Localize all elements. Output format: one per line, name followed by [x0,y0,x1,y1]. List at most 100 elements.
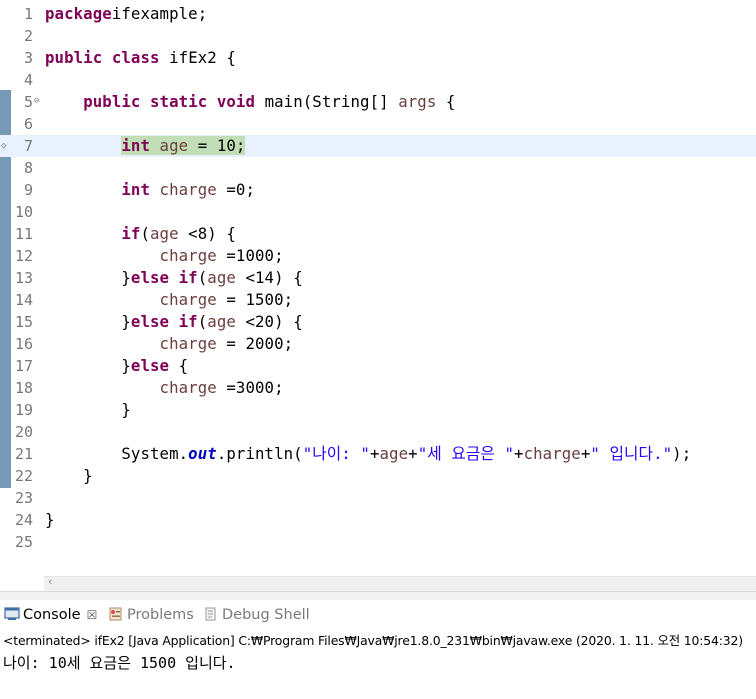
code-text: packageifexample; [45,3,207,25]
code-token: } [45,400,131,419]
code-line[interactable]: 4 [0,69,756,91]
console-output-area[interactable]: <terminated> ifEx2 [Java Application] C:… [0,628,756,699]
code-line[interactable]: 19 } [0,399,756,421]
console-icon [4,606,20,620]
line-number: 17 [14,357,33,375]
code-token: ( [197,312,208,331]
code-token: class [111,48,160,67]
code-token: = 1500; [216,290,294,309]
code-token: if [178,268,198,287]
view-divider [0,591,756,600]
code-token: age [207,268,236,287]
code-token: = 2000; [216,334,294,353]
line-number: 4 [23,71,33,89]
code-line[interactable]: 22 } [0,465,756,487]
line-number: 15 [14,313,33,331]
tab-debug-shell-label: Debug Shell [222,607,310,623]
tab-console[interactable]: Console ☒ [4,604,97,626]
code-token: int [121,136,150,155]
code-token: } [45,466,93,485]
console-tab-bar: Console ☒ Problems Debug Shell [0,600,756,628]
code-text: System.out.println("나이: "+age+"세 요금은 "+c… [45,443,691,465]
code-line[interactable]: 23 [0,487,756,509]
tab-problems-label: Problems [127,607,194,623]
code-line[interactable]: 6 [0,113,756,135]
code-line[interactable]: 14 charge = 1500; [0,289,756,311]
line-number: 18 [14,379,33,397]
code-token: { [169,356,189,375]
code-token: charge [523,444,581,463]
code-line[interactable]: 17 }else { [0,355,756,377]
line-number: 23 [14,489,33,507]
code-text: int age = 10; [45,135,246,157]
code-text: } [45,399,131,421]
line-number: 16 [14,335,33,353]
code-text: if(age <8) { [45,223,236,245]
code-token: ifEx2 { [159,48,236,67]
code-token: age [379,444,409,463]
line-number: 19 [14,401,33,419]
code-token: System. [45,444,189,463]
code-token: else [130,312,170,331]
tab-debug-shell[interactable]: Debug Shell [203,604,310,626]
code-token: =1000; [216,246,284,265]
code-line[interactable]: 18 charge =3000; [0,377,756,399]
code-line[interactable]: 16 charge = 2000; [0,333,756,355]
code-line[interactable]: 24} [0,509,756,531]
code-line[interactable]: 15 }else if(age <20) { [0,311,756,333]
code-text: public class ifEx2 { [45,47,236,69]
code-text: public static void main(String[] args { [45,91,455,113]
code-token: age [159,136,189,155]
code-token: = 10; [188,136,246,155]
tab-problems[interactable]: Problems [108,604,194,626]
code-token: + [408,444,418,463]
code-line[interactable]: 8 [0,157,756,179]
line-number: 22 [14,467,33,485]
code-line[interactable]: 3 public class ifEx2 { [0,47,756,69]
current-code-line[interactable]: 7 ◇ int age = 10; [0,135,756,157]
code-line[interactable]: 20 [0,421,756,443]
line-number: 14 [14,291,33,309]
line-number: 9 [23,181,33,199]
code-token: age [207,312,236,331]
code-line[interactable]: 12 charge =1000; [0,245,756,267]
code-line[interactable]: 13 }else if(age <14) { [0,267,756,289]
code-text: charge = 1500; [45,289,294,311]
line-number: 25 [14,533,33,551]
code-text: } [45,465,93,487]
close-icon[interactable]: ☒ [87,608,98,622]
line-number: 12 [14,247,33,265]
code-text: charge =3000; [45,377,284,399]
code-token: else [130,268,170,287]
code-token: void [216,92,256,111]
breakpoint-marker-icon[interactable]: ◇ [1,135,6,157]
code-token: charge [159,180,217,199]
code-line[interactable]: 5 ⊖ public static void main(String[] args… [0,91,756,113]
code-line[interactable]: 21 System.out.println("나이: "+age+"세 요금은 … [0,443,756,465]
code-token [150,136,160,155]
code-line[interactable]: 9 int charge =0; [0,179,756,201]
editor-horizontal-scrollbar[interactable]: ‹ [44,575,756,591]
problems-icon [108,606,124,621]
code-token: + [580,444,591,463]
code-line[interactable]: 10 [0,201,756,223]
code-token: charge [159,334,217,353]
code-line[interactable]: 11 if(age <8) { [0,223,756,245]
code-editor[interactable]: 1 packageifexample; 2 3 public class ifEx2 {… [0,0,756,576]
code-line[interactable]: 1 packageifexample; [0,3,756,25]
code-line[interactable]: 25 [0,531,756,553]
scroll-left-arrow-icon[interactable]: ‹ [48,575,52,588]
line-number: 20 [14,423,33,441]
code-token: ifexample; [111,4,208,23]
line-number: 7 [23,137,33,155]
code-token: ); [672,444,692,463]
code-token: ( [140,224,150,243]
code-line[interactable]: 2 [0,25,756,47]
fold-collapse-icon[interactable]: ⊖ [34,91,39,113]
